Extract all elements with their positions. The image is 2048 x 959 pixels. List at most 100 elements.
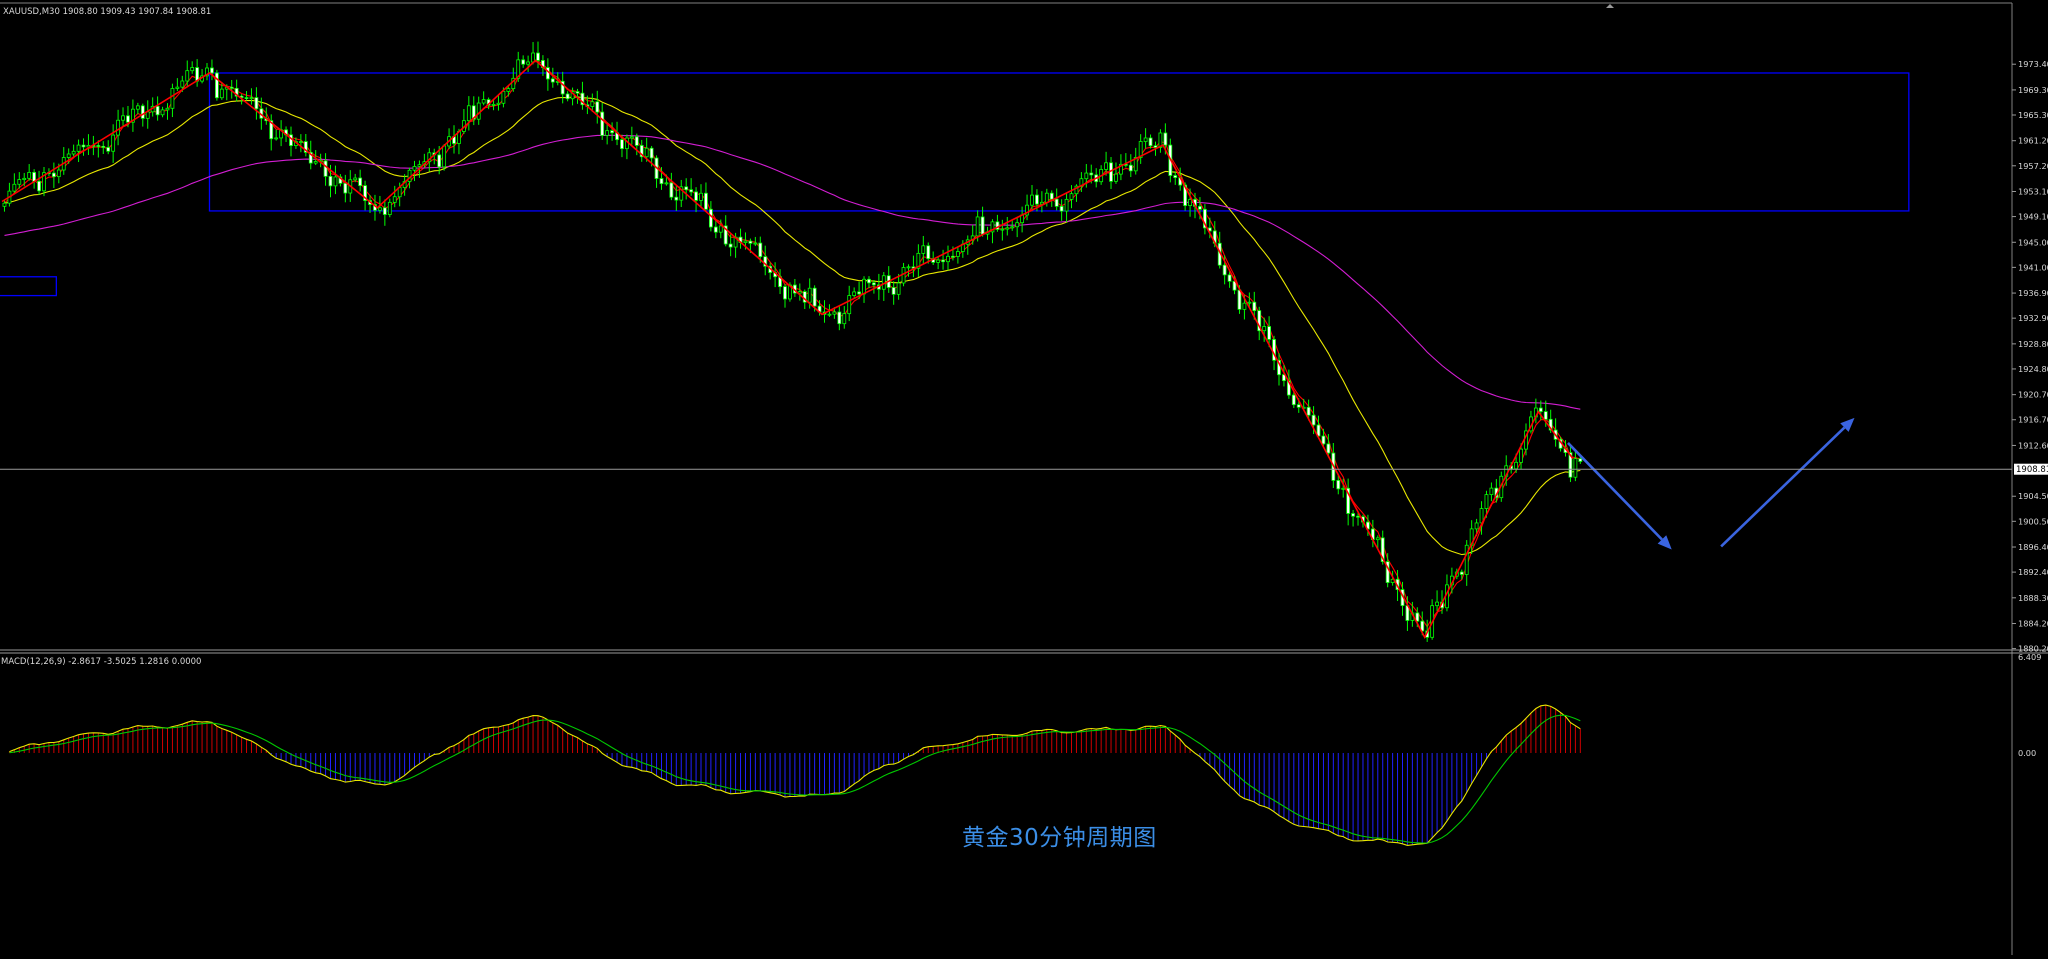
candle-body	[392, 196, 397, 203]
candle-body	[323, 160, 328, 177]
candle-body	[620, 139, 624, 150]
candle-body	[1015, 222, 1020, 228]
candle-body	[56, 169, 61, 178]
candle-body	[353, 177, 358, 181]
price-tick-label: 1936.90	[2018, 288, 2048, 298]
candle-body	[244, 97, 249, 99]
candle-body	[126, 115, 130, 123]
candle-body	[506, 88, 511, 92]
candle-body	[382, 207, 387, 215]
candle-body	[526, 61, 531, 65]
candle-body	[595, 101, 600, 113]
candle-body	[417, 164, 422, 167]
candle-body	[713, 226, 718, 233]
candle-body	[1010, 226, 1015, 229]
candle-body	[2, 202, 7, 207]
candle-body	[358, 177, 363, 187]
price-tick-label: 1953.10	[2018, 186, 2048, 196]
candle-body	[936, 259, 941, 263]
candle-body	[190, 67, 195, 72]
candle-body	[333, 176, 338, 187]
candle-body	[1375, 537, 1380, 541]
candle-body	[491, 104, 496, 106]
candle-body	[1049, 192, 1054, 200]
candle-body	[872, 282, 876, 286]
price-tick-label: 1920.70	[2018, 390, 2048, 400]
price-tick-label: 1957.20	[2018, 161, 2048, 171]
candle-body	[254, 97, 259, 110]
candle-body	[590, 101, 595, 107]
candle-body	[1242, 302, 1247, 310]
candle-body	[891, 287, 896, 295]
candle-body	[185, 70, 190, 82]
candle-body	[214, 72, 219, 99]
candle-body	[837, 311, 842, 325]
candle-body	[501, 90, 506, 104]
candle-body	[699, 192, 703, 201]
candle-body	[1005, 227, 1010, 230]
xauusd-m30-chart[interactable]: 1973.40 1969.30 1965.30 1961.20 1957.20 1953.…	[0, 0, 2048, 955]
price-tick-label: 1941.00	[2018, 262, 2048, 272]
candle-body	[708, 208, 713, 228]
candle-body	[135, 105, 140, 110]
candle-body	[1474, 522, 1479, 530]
candle-body	[783, 286, 787, 300]
candle-body	[1267, 326, 1272, 340]
candle-body	[249, 97, 254, 99]
candle-body	[921, 245, 926, 254]
candle-body	[1484, 494, 1489, 509]
candle-body	[1351, 513, 1355, 517]
candle-body	[536, 52, 540, 61]
price-tick-label: 1900.50	[2018, 516, 2048, 526]
candle-body	[926, 245, 931, 260]
candle-body	[605, 130, 610, 136]
candle-body	[1291, 394, 1296, 406]
macd-tick-label: 0.00	[2018, 748, 2036, 758]
candle-body	[111, 134, 116, 152]
candle-body	[32, 172, 37, 182]
candle-body	[81, 144, 86, 148]
candle-body	[1336, 480, 1341, 490]
price-tick-label: 1904.50	[2018, 491, 2048, 501]
candle-body	[629, 136, 634, 139]
candle-body	[743, 240, 748, 243]
price-tick-label: 1949.10	[2018, 212, 2048, 222]
candle-body	[140, 105, 145, 119]
candle-body	[1247, 301, 1252, 304]
candle-body	[1435, 601, 1439, 607]
candle-body	[694, 191, 698, 201]
price-tick-label: 1892.40	[2018, 567, 2048, 577]
candle-body	[827, 313, 832, 316]
candle-body	[66, 153, 71, 158]
candle-body	[674, 196, 679, 201]
candle-body	[832, 311, 837, 315]
price-tick-label: 1961.20	[2018, 136, 2048, 146]
candle-body	[96, 145, 101, 147]
candle-body	[812, 287, 817, 307]
candle-body	[610, 130, 614, 134]
candle-body	[160, 109, 165, 116]
candle-body	[669, 182, 674, 198]
candle-body	[1311, 414, 1316, 426]
candle-body	[274, 137, 279, 140]
candle-body	[116, 119, 120, 136]
candle-body	[521, 59, 526, 65]
candle-body	[575, 91, 580, 94]
candle-body	[1153, 145, 1158, 148]
candle-body	[1198, 205, 1202, 210]
candle-body	[1064, 198, 1069, 212]
price-tick-label: 1884.20	[2018, 619, 2048, 629]
candle-body	[980, 216, 985, 235]
candle-body	[219, 88, 224, 99]
candle-body	[664, 182, 669, 185]
macd-header: MACD(12,26,9) -2.8617 -3.5025 1.2816 0.0…	[1, 657, 201, 667]
candle-body	[229, 86, 234, 89]
candle-body	[1089, 172, 1094, 176]
candle-body	[1054, 198, 1059, 207]
candle-body	[941, 259, 945, 263]
candle-body	[1538, 407, 1543, 412]
price-tick-label: 1945.00	[2018, 237, 2048, 247]
candle-body	[1459, 571, 1464, 575]
candle-body	[862, 278, 866, 295]
candle-body	[1035, 194, 1039, 205]
